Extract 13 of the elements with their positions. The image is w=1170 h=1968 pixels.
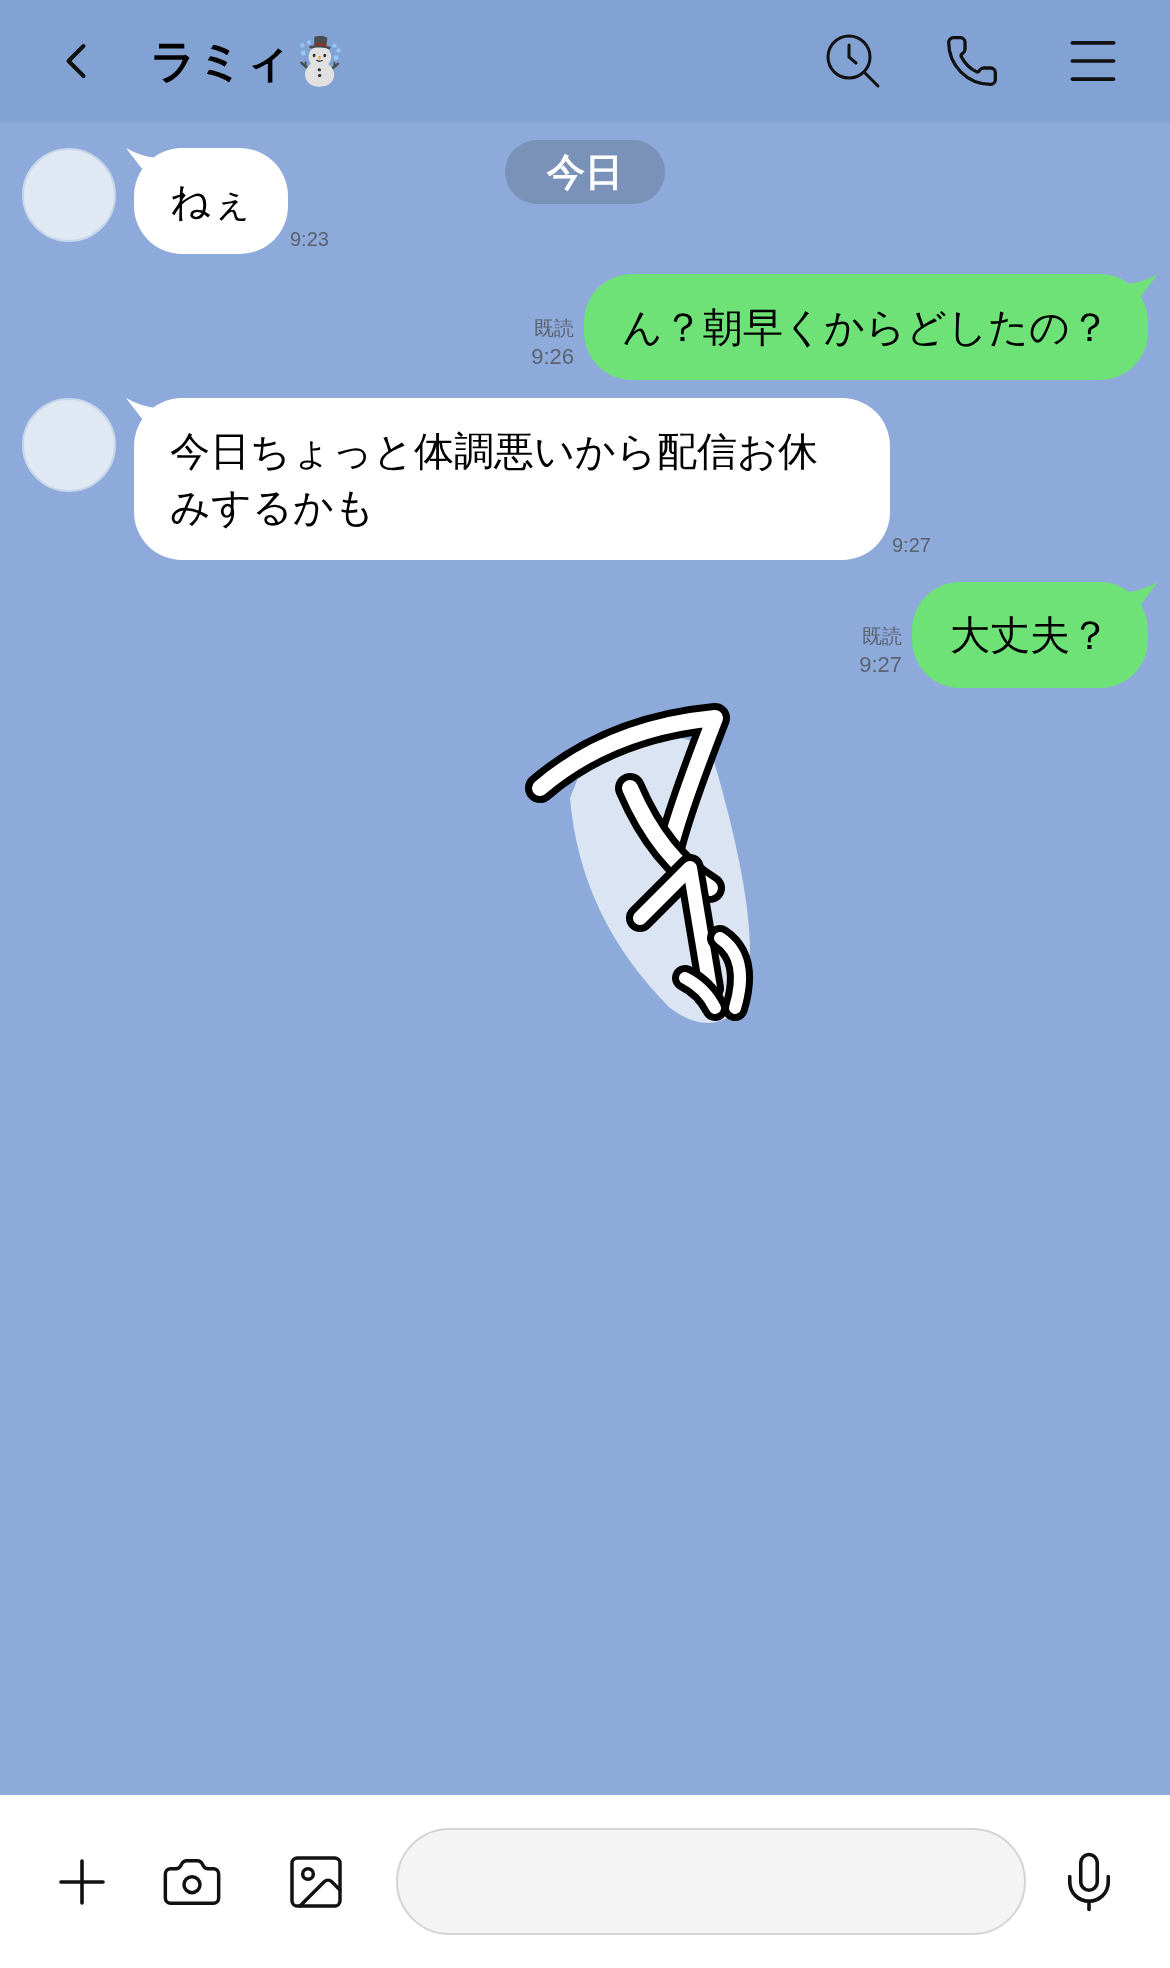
timestamp: 9:27 (892, 533, 931, 558)
message-bubble: 大丈夫？ (912, 582, 1148, 688)
timestamp: 9:23 (290, 227, 329, 252)
timestamp: 9:26 (531, 343, 574, 371)
search-icon[interactable] (824, 32, 882, 90)
read-receipt: 既読 (862, 624, 902, 649)
chat-title: ラミィ☃ (150, 33, 348, 89)
read-receipt: 既読 (534, 316, 574, 341)
message-bubble: 今日ちょっと体調悪いから配信お休みするかも (134, 398, 890, 560)
message-bubble: ん？朝早くからどしたの？ (584, 274, 1148, 380)
phone-icon[interactable] (944, 33, 1000, 89)
message-bubble: ねぇ (134, 148, 288, 254)
timestamp: 9:27 (859, 651, 902, 679)
